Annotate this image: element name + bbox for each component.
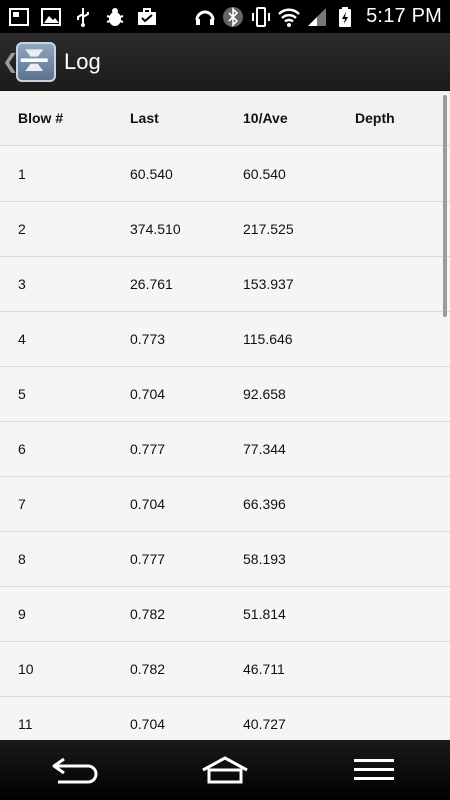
- headset-icon: [194, 6, 216, 28]
- cell-ave: 66.396: [243, 496, 286, 512]
- cell-blow: 1: [18, 166, 26, 182]
- back-button[interactable]: [45, 750, 105, 790]
- cell-ave: 77.344: [243, 441, 286, 457]
- cell-blow: 9: [18, 606, 26, 622]
- status-clock: 5:17 PM: [366, 5, 442, 27]
- cell-last: 0.773: [130, 331, 166, 347]
- back-icon: [52, 757, 98, 784]
- battery-charging-icon: [334, 6, 356, 28]
- cell-last: 0.782: [130, 606, 166, 622]
- briefcase-check-icon: [136, 6, 158, 28]
- bluetooth-icon: [222, 6, 244, 28]
- cell-ave: 153.937: [243, 276, 294, 292]
- app-logo-icon[interactable]: [16, 41, 56, 82]
- header-depth: Depth: [355, 110, 395, 126]
- usb-icon: [72, 6, 94, 28]
- up-navigation-icon[interactable]: ❮: [2, 49, 19, 74]
- debug-bug-icon: [104, 6, 126, 28]
- header-ave: 10/Ave: [243, 110, 288, 126]
- cell-last: 60.540: [130, 166, 173, 182]
- table-row[interactable]: 7 0.704 66.396: [0, 477, 450, 532]
- header-last: Last: [130, 110, 159, 126]
- cell-blow: 3: [18, 276, 26, 292]
- cell-ave: 115.646: [243, 331, 293, 347]
- menu-icon: [354, 759, 394, 780]
- table-row[interactable]: 9 0.782 51.814: [0, 587, 450, 642]
- vibrate-icon: [250, 6, 272, 28]
- cell-last: 374.510: [130, 221, 181, 237]
- table-row[interactable]: 1 60.540 60.540: [0, 147, 450, 202]
- table-row[interactable]: 8 0.777 58.193: [0, 532, 450, 587]
- menu-button[interactable]: [345, 750, 405, 790]
- cell-ave: 92.658: [243, 386, 286, 402]
- image-icon: [40, 6, 62, 28]
- log-table[interactable]: Blow # Last 10/Ave Depth 1 60.540 60.540…: [0, 91, 450, 740]
- cell-blow: 4: [18, 331, 26, 347]
- header-blow: Blow #: [18, 110, 64, 126]
- status-bar: 5:17 PM: [0, 0, 450, 33]
- cell-last: 0.782: [130, 661, 166, 677]
- table-row[interactable]: 2 374.510 217.525: [0, 202, 450, 257]
- table-row[interactable]: 5 0.704 92.658: [0, 367, 450, 422]
- cell-blow: 6: [18, 441, 26, 457]
- screenshot-icon: [8, 6, 30, 28]
- cell-blow: 7: [18, 496, 26, 512]
- action-bar: ❮ Log: [0, 33, 450, 91]
- wifi-icon: [278, 6, 301, 28]
- signal-icon: [306, 6, 328, 28]
- cell-last: 26.761: [130, 276, 173, 292]
- table-header: Blow # Last 10/Ave Depth: [0, 91, 450, 146]
- table-row[interactable]: 3 26.761 153.937: [0, 257, 450, 312]
- cell-ave: 60.540: [243, 166, 286, 182]
- table-row[interactable]: 11 0.704 40.727: [0, 697, 450, 740]
- cell-blow: 11: [18, 716, 33, 732]
- cell-ave: 46.711: [243, 661, 285, 677]
- cell-last: 0.777: [130, 441, 166, 457]
- cell-last: 0.704: [130, 716, 166, 732]
- cell-last: 0.777: [130, 551, 166, 567]
- cell-ave: 58.193: [243, 551, 286, 567]
- home-icon: [202, 756, 248, 784]
- cell-ave: 51.814: [243, 606, 286, 622]
- cell-last: 0.704: [130, 496, 166, 512]
- cell-last: 0.704: [130, 386, 166, 402]
- system-nav-bar: [0, 740, 450, 800]
- table-row[interactable]: 10 0.782 46.711: [0, 642, 450, 697]
- cell-ave: 40.727: [243, 716, 286, 732]
- cell-blow: 8: [18, 551, 26, 567]
- cell-blow: 2: [18, 221, 26, 237]
- cell-blow: 10: [18, 661, 34, 677]
- table-row[interactable]: 6 0.777 77.344: [0, 422, 450, 477]
- cell-ave: 217.525: [243, 221, 294, 237]
- cell-blow: 5: [18, 386, 26, 402]
- page-title: Log: [64, 48, 101, 74]
- scrollbar[interactable]: [443, 95, 447, 317]
- table-row[interactable]: 4 0.773 115.646: [0, 312, 450, 367]
- home-button[interactable]: [195, 750, 255, 790]
